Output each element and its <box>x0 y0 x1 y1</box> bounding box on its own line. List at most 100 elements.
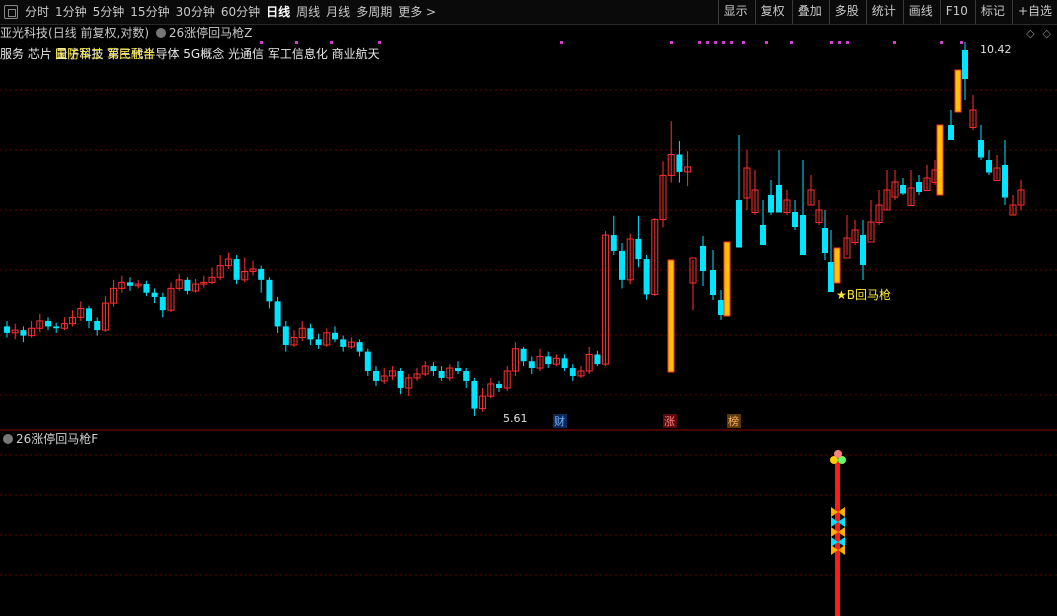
multi-stock-button[interactable]: 多股 <box>828 0 864 24</box>
candle-body <box>364 351 371 372</box>
candle-body <box>561 358 568 369</box>
candle-body <box>1002 165 1008 198</box>
candle-body <box>962 50 968 79</box>
tab-fenshi[interactable]: 分时 <box>22 0 52 24</box>
candle-body <box>332 332 338 340</box>
low-price-label: 5.61 <box>503 412 528 425</box>
candle-body <box>528 361 535 369</box>
event-bang: 榜 <box>728 414 739 428</box>
limit-up-candle <box>833 247 841 284</box>
signal-bulb <box>834 450 842 458</box>
candle-body <box>822 228 828 253</box>
candle-body <box>545 356 552 365</box>
diamond-icon[interactable]: ◇ <box>1026 27 1034 40</box>
window-icon[interactable] <box>4 5 18 19</box>
chart-header: 亚光科技(日线 前复权,对数) 26涨停回马枪Z <box>0 25 252 41</box>
signal-dot <box>846 41 849 44</box>
event-cai: 财 <box>554 414 565 428</box>
tab-1min[interactable]: 1分钟 <box>52 0 90 24</box>
f10-button[interactable]: F10 <box>939 0 973 24</box>
stats-button[interactable]: 统计 <box>865 0 901 24</box>
candle-body <box>463 371 470 381</box>
candle-body <box>45 320 51 327</box>
candle-body <box>455 368 461 372</box>
signal-dot <box>330 41 333 44</box>
candle-body <box>986 160 992 173</box>
candle-body <box>800 215 806 255</box>
candle-body <box>948 125 954 140</box>
candle-body <box>828 262 834 292</box>
candle-body <box>900 185 906 194</box>
limit-up-candle <box>723 241 731 317</box>
candle-body <box>916 182 922 192</box>
candle-body <box>520 348 527 362</box>
sub-panel-header: 26涨停回马枪F <box>0 431 98 447</box>
event-zhang: 涨 <box>664 415 675 428</box>
signal-dot <box>295 41 298 44</box>
candle-body <box>736 200 742 248</box>
candle-body <box>266 279 273 302</box>
stock-name[interactable]: 亚光科技 <box>0 26 48 40</box>
signal-dot <box>706 41 709 44</box>
sub-indicator-name[interactable]: 26涨停回马枪F <box>16 432 98 446</box>
candle-body <box>776 185 782 213</box>
candle-body <box>53 326 60 329</box>
candle-body <box>4 326 10 333</box>
candle-body <box>594 354 601 365</box>
candle-body <box>619 250 625 280</box>
diamond-icon-2[interactable]: ◇ <box>1043 27 1051 40</box>
candle-body <box>373 371 379 381</box>
signal-dot <box>670 41 673 44</box>
limit-up-candle <box>667 259 675 373</box>
candle-body <box>569 368 576 376</box>
display-button[interactable]: 显示 <box>717 0 753 24</box>
candle-body <box>700 246 706 271</box>
event-cai-badge: 财 <box>553 414 567 428</box>
limit-up-candle <box>954 69 962 113</box>
limit-up-candle <box>936 124 944 196</box>
chevron-down-icon[interactable] <box>155 28 166 38</box>
candle-body <box>233 259 240 280</box>
signal-dot <box>730 41 733 44</box>
chart-mode: (日线 前复权,对数) <box>48 26 150 40</box>
tab-30min[interactable]: 30分钟 <box>173 0 218 24</box>
signal-dots <box>260 41 963 44</box>
signal-dot <box>830 41 833 44</box>
period-tabs: 分时 1分钟 5分钟 15分钟 30分钟 60分钟 日线 周线 月线 多周期 更… <box>22 0 439 24</box>
candle-body <box>610 235 617 251</box>
signal-bar <box>835 462 840 616</box>
signal-label: ★B回马枪 <box>836 287 891 302</box>
candle-body <box>710 270 716 295</box>
candle-body <box>768 195 774 213</box>
chart-grid <box>0 89 1057 576</box>
tab-15min[interactable]: 15分钟 <box>127 0 172 24</box>
signal-dot <box>838 41 841 44</box>
signal-dot <box>698 41 701 44</box>
candle-body <box>430 366 437 372</box>
add-watchlist-button[interactable]: +自选 <box>1011 0 1057 24</box>
tab-multi-period[interactable]: 多周期 <box>353 0 395 24</box>
tab-monthly[interactable]: 月线 <box>323 0 353 24</box>
overlay-button[interactable]: 叠加 <box>791 0 827 24</box>
mark-button[interactable]: 标记 <box>974 0 1010 24</box>
tab-daily[interactable]: 日线 <box>263 0 293 24</box>
indicator-name[interactable]: 26涨停回马枪Z <box>169 26 253 40</box>
tab-weekly[interactable]: 周线 <box>293 0 323 24</box>
tab-60min[interactable]: 60分钟 <box>218 0 263 24</box>
adjust-button[interactable]: 复权 <box>754 0 790 24</box>
signal-dot <box>722 41 725 44</box>
candle-series <box>4 42 1025 416</box>
candle-body <box>282 326 289 345</box>
tab-more[interactable]: 更多 > <box>395 0 439 24</box>
candle-body <box>340 339 347 347</box>
draw-line-button[interactable]: 画线 <box>902 0 938 24</box>
kline-chart[interactable]: 10.42 5.61 ★B回马枪 财 涨 榜 <box>0 24 1057 616</box>
chevron-down-icon[interactable] <box>3 434 13 444</box>
tab-5min[interactable]: 5分钟 <box>90 0 128 24</box>
candle-body <box>159 296 166 311</box>
right-toolbar: 显示 复权 叠加 多股 统计 画线 F10 标记 +自选 <box>716 0 1057 24</box>
high-price-label: 10.42 <box>980 43 1012 56</box>
candle-body <box>94 320 101 331</box>
signal-dot <box>560 41 563 44</box>
signal-dot <box>893 41 896 44</box>
